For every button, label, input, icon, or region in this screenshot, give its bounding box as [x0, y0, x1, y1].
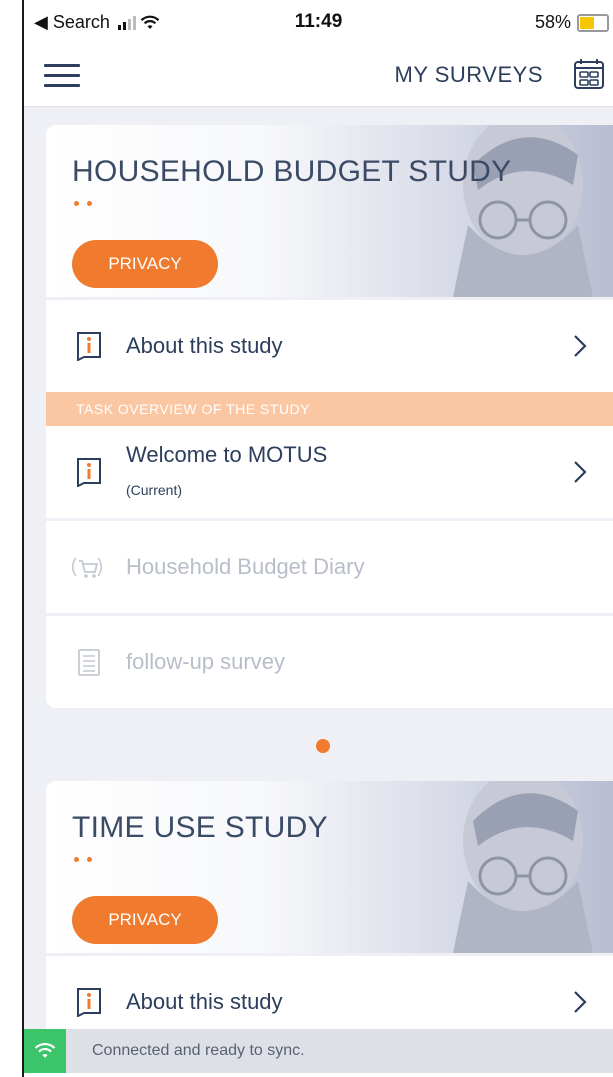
task-label: Household Budget Diary	[126, 554, 365, 579]
task-label: Welcome to MOTUS	[126, 442, 328, 467]
surveys-list[interactable]: HOUSEHOLD BUDGET STUDY PRIVACY About thi…	[24, 107, 613, 1029]
survey-card-header: HOUSEHOLD BUDGET STUDY PRIVACY	[46, 125, 613, 297]
shopping-cart-icon	[71, 557, 103, 578]
page-indicator-dot	[316, 739, 330, 753]
task-row-welcome[interactable]: Welcome to MOTUS (Current)	[46, 426, 613, 518]
chevron-right-icon	[574, 991, 587, 1013]
privacy-button[interactable]: PRIVACY	[72, 240, 218, 288]
info-icon	[77, 332, 101, 361]
about-study-label: About this study	[126, 333, 283, 358]
wifi-icon	[24, 1029, 66, 1073]
survey-card-household-budget: HOUSEHOLD BUDGET STUDY PRIVACY About thi…	[46, 125, 613, 708]
connection-status-text: Connected and ready to sync.	[92, 1042, 305, 1059]
status-time: 11:49	[294, 11, 343, 32]
about-study-label: About this study	[126, 989, 283, 1014]
connection-status-bar: Connected and ready to sync.	[24, 1029, 613, 1073]
task-status: (Current)	[126, 482, 183, 498]
survey-card-header: TIME USE STUDY PRIVACY	[46, 781, 613, 953]
section-header: TASK OVERVIEW OF THE STUDY	[46, 392, 613, 426]
chevron-right-icon	[574, 461, 587, 483]
privacy-button[interactable]: PRIVACY	[72, 896, 218, 944]
info-icon	[77, 988, 101, 1017]
survey-header-image	[453, 781, 593, 953]
navigation-bar: MY SURVEYS	[24, 44, 613, 107]
about-study-row[interactable]: About this study	[46, 953, 613, 1029]
calendar-icon[interactable]	[573, 58, 605, 90]
task-row-follow-up-survey: follow-up survey	[46, 613, 613, 708]
survey-title: TIME USE STUDY	[72, 811, 328, 844]
battery-icon	[577, 13, 609, 32]
chevron-right-icon	[574, 335, 587, 357]
hamburger-menu-icon[interactable]	[44, 64, 80, 88]
about-study-row[interactable]: About this study	[46, 297, 613, 392]
survey-title: HOUSEHOLD BUDGET STUDY	[72, 155, 512, 188]
task-label: follow-up survey	[126, 649, 285, 674]
info-icon	[77, 458, 101, 487]
survey-header-image	[453, 125, 593, 297]
title-dots	[74, 201, 92, 206]
status-bar: ◀ Search 11:49 58%	[24, 0, 613, 44]
title-dots	[74, 857, 92, 862]
survey-card-time-use: TIME USE STUDY PRIVACY About this study	[46, 781, 613, 1029]
battery-percent: 58%	[534, 12, 571, 32]
battery-status: 58%	[535, 12, 609, 33]
task-row-household-budget-diary: Household Budget Diary	[46, 518, 613, 613]
checklist-icon	[78, 649, 100, 676]
page-title: MY SURVEYS	[394, 62, 543, 87]
